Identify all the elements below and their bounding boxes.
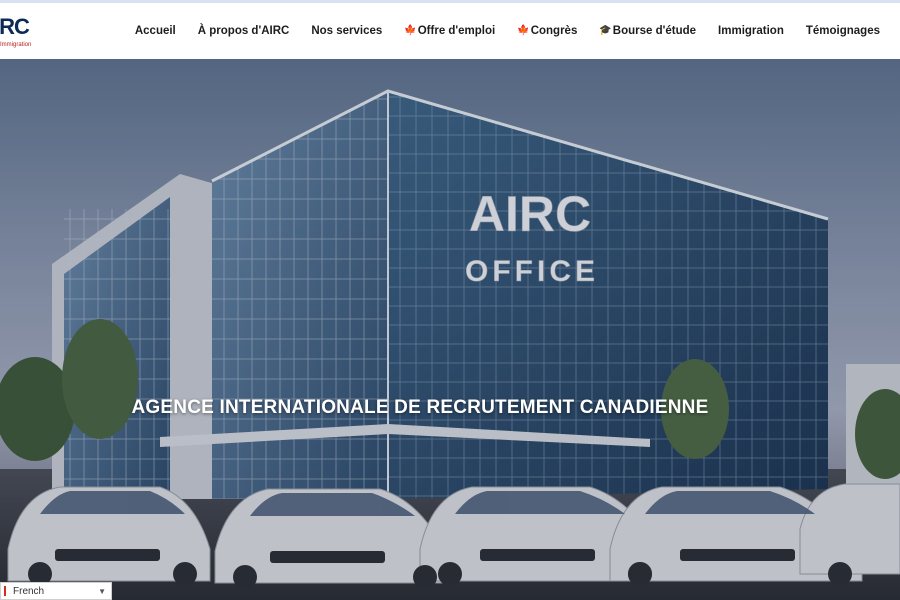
language-selector[interactable]: French ▼ — [0, 582, 112, 600]
maple-leaf-icon: 🍁 — [404, 25, 417, 36]
nav-item-temoignages[interactable]: Témoignages — [806, 25, 880, 37]
nav-item-services[interactable]: Nos services — [311, 25, 382, 37]
nav-item-accueil[interactable]: Accueil — [135, 25, 176, 37]
nav-label: À propos d'AIRC — [197, 25, 290, 37]
hero-title: AGENCE INTERNATIONALE DE RECRUTEMENT CAN… — [131, 397, 709, 418]
maple-leaf-icon: 🍁 — [517, 25, 530, 36]
nav-label: Offre d'emploi — [417, 25, 496, 37]
canada-flag-icon — [4, 586, 8, 596]
logo-subtitle: Immigration — [0, 42, 32, 48]
building-sign-main: AIRC — [469, 186, 591, 242]
chevron-down-icon: ▼ — [98, 586, 106, 596]
nav-item-immigration[interactable]: Immigration — [718, 25, 784, 37]
language-selected: French — [13, 585, 45, 597]
nav-label: Nos services — [311, 25, 383, 37]
nav-label: Congrès — [530, 25, 578, 37]
nav-label: Bourse d'étude — [612, 25, 697, 37]
building-sign-sub: OFFICE — [465, 255, 599, 288]
graduation-cap-icon: 🎓 — [599, 25, 612, 36]
nav-item-offre-emploi[interactable]: 🍁 Offre d'emploi — [404, 25, 495, 37]
main-nav: Accueil À propos d'AIRC Nos services 🍁 O… — [135, 3, 880, 59]
airc-logo[interactable]: IRC Immigration — [0, 15, 34, 55]
nav-item-a-propos[interactable]: À propos d'AIRC — [198, 25, 290, 37]
nav-item-bourse-etude[interactable]: 🎓 Bourse d'étude — [599, 25, 696, 37]
logo-mark: IRC — [0, 14, 30, 39]
hero-banner: AIRC OFFICE AGENCE INTERNATIONALE DE REC… — [0, 59, 900, 600]
office-building-illustration: AIRC OFFICE — [0, 89, 900, 600]
nav-label: Immigration — [718, 25, 784, 37]
nav-item-congres[interactable]: 🍁 Congrès — [517, 25, 577, 37]
nav-label: Témoignages — [805, 25, 880, 37]
nav-label: Accueil — [134, 25, 176, 37]
site-header: IRC Immigration Accueil À propos d'AIRC … — [0, 3, 900, 59]
